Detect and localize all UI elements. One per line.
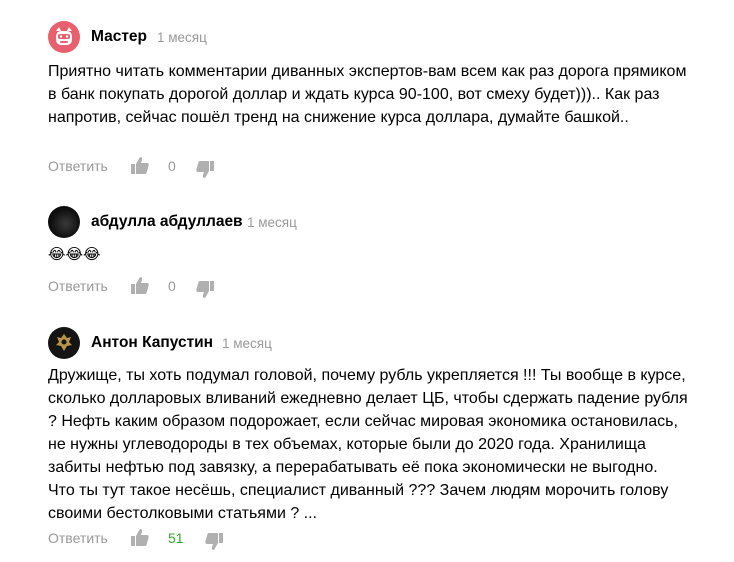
thumbs-up-icon bbox=[131, 277, 149, 294]
comment-text: Дружище, ты хоть подумал головой, почему… bbox=[48, 367, 688, 522]
comment: Мастер 1 месяц Приятно читать комментари… bbox=[0, 0, 734, 190]
like-button[interactable] bbox=[130, 528, 150, 548]
comment-date: 1 месяц bbox=[157, 30, 207, 45]
comment-date: 1 месяц bbox=[247, 215, 297, 230]
like-count: 0 bbox=[168, 158, 176, 174]
comment-author[interactable]: Антон Капустин bbox=[91, 333, 213, 353]
comment-author[interactable]: Мастер bbox=[91, 27, 147, 47]
avatar[interactable] bbox=[48, 327, 80, 359]
emblem-icon bbox=[56, 334, 72, 351]
reply-button[interactable]: Ответить bbox=[48, 158, 108, 174]
cat-mask-icon bbox=[56, 27, 72, 45]
avatar[interactable] bbox=[48, 206, 80, 238]
comment-actions: Ответить 51 bbox=[48, 528, 348, 552]
thumbs-up-icon bbox=[131, 529, 149, 546]
like-button[interactable] bbox=[130, 156, 150, 176]
emoji-reaction: 😂😂😂 bbox=[48, 246, 101, 263]
comment-text: Приятно читать комментарии диванных эксп… bbox=[48, 63, 687, 126]
dislike-button[interactable] bbox=[195, 159, 215, 179]
like-button[interactable] bbox=[130, 276, 150, 296]
comment-author[interactable]: абдулла абдуллаев bbox=[91, 212, 243, 232]
comment: абдулла абдуллаев 1 месяц 😂😂😂 Ответить 0 bbox=[0, 190, 734, 310]
reply-button[interactable]: Ответить bbox=[48, 278, 108, 294]
thumbs-up-icon bbox=[131, 157, 149, 174]
like-count: 0 bbox=[168, 278, 176, 294]
thumbs-down-icon bbox=[196, 161, 214, 178]
reply-button[interactable]: Ответить bbox=[48, 530, 108, 546]
like-count: 51 bbox=[168, 530, 184, 546]
comment: Антон Капустин 1 месяц Дружище, ты хоть … bbox=[0, 310, 734, 562]
comment-actions: Ответить 0 bbox=[48, 276, 348, 300]
comment-date: 1 месяц bbox=[222, 336, 272, 351]
dislike-button[interactable] bbox=[204, 531, 224, 551]
comment-actions: Ответить 0 bbox=[48, 156, 348, 180]
thumbs-down-icon bbox=[196, 281, 214, 298]
thumbs-down-icon bbox=[205, 533, 223, 550]
comment-text: 😂😂😂 bbox=[48, 243, 688, 266]
dislike-button[interactable] bbox=[195, 279, 215, 299]
avatar[interactable] bbox=[48, 21, 80, 53]
